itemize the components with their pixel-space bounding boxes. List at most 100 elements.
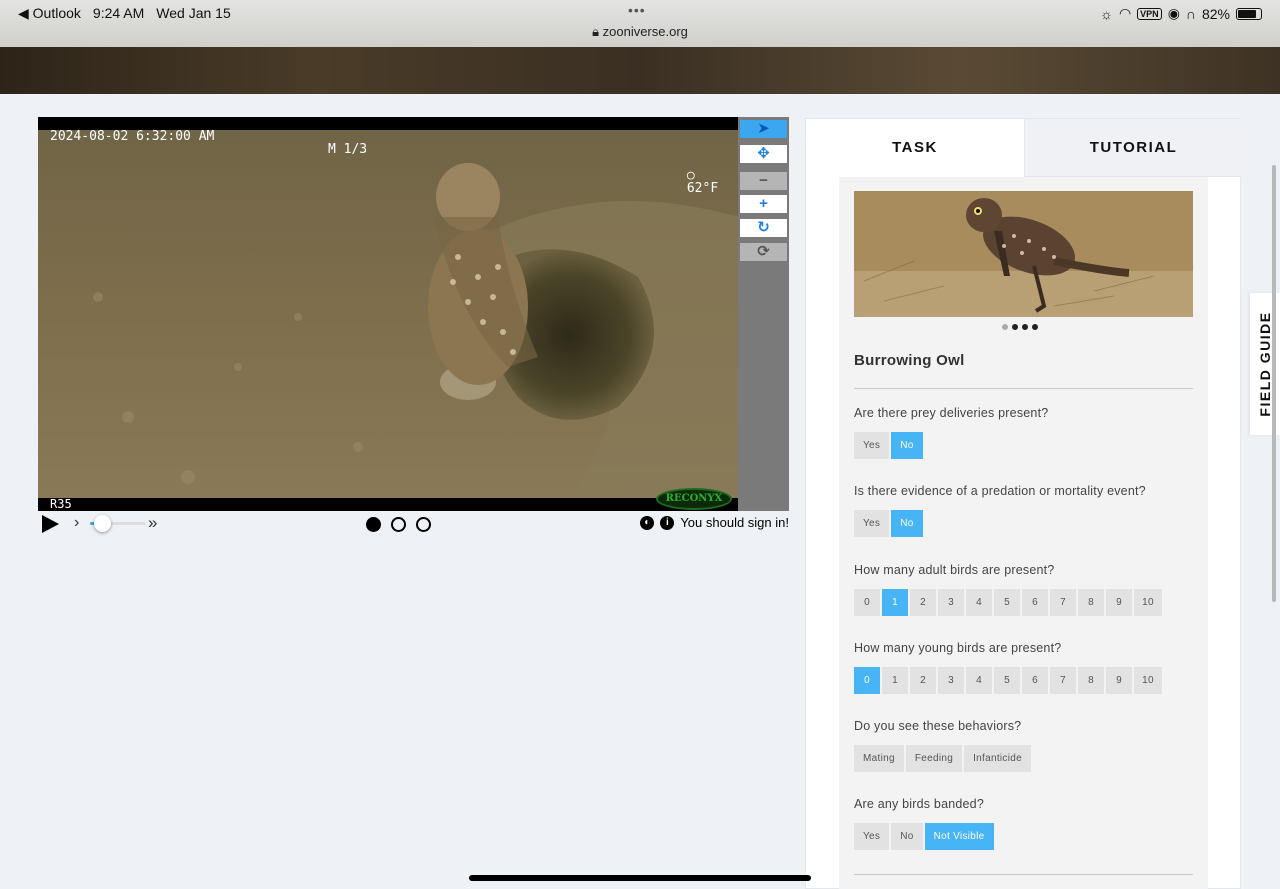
answer-option-button[interactable]: 7	[1050, 589, 1076, 616]
answer-options: Yes No	[854, 432, 1194, 459]
answer-option-button[interactable]: 10	[1134, 667, 1162, 694]
divider	[854, 874, 1193, 875]
answer-option-button[interactable]: Yes	[854, 510, 890, 537]
answer-option-button[interactable]: Infanticide	[964, 745, 1031, 772]
carousel-dot-button[interactable]	[1012, 324, 1018, 330]
frame-dot-button[interactable]	[416, 517, 431, 532]
vpn-badge: VPN	[1137, 7, 1162, 20]
answer-option-button[interactable]: 1	[882, 589, 908, 616]
answer-option-button[interactable]: 0	[854, 667, 880, 694]
minus-icon: −	[759, 172, 768, 189]
zoom-in-button[interactable]: +	[740, 195, 787, 213]
answer-option-button[interactable]: Mating	[854, 745, 904, 772]
task-content: Burrowing Owl Are there prey deliveries …	[839, 177, 1208, 889]
question: Do you see these behaviors? Mating Feeding…	[854, 719, 1194, 772]
question: How many young birds are present? 0 1 2 3 4 5 6…	[854, 641, 1194, 694]
answer-option-button[interactable]: Yes	[854, 823, 890, 850]
answer-option-button[interactable]: 1	[882, 667, 908, 694]
rotate-button[interactable]: ↻	[740, 219, 787, 237]
answer-option-button[interactable]: 5	[994, 667, 1020, 694]
frame-dot-button[interactable]	[366, 517, 381, 532]
zoom-out-button[interactable]: −	[740, 172, 787, 190]
wifi-icon: ◠	[1118, 5, 1132, 21]
answer-option-button[interactable]: 0	[854, 589, 880, 616]
url-display[interactable]: 🔒︎ zooniverse.org	[0, 24, 1280, 40]
answer-option-button[interactable]: 8	[1078, 667, 1104, 694]
answer-option-button[interactable]: Not Visible	[924, 823, 994, 850]
camera-timestamp: 2024-08-02 6:32:00 AM	[50, 129, 215, 144]
tab-tutorial[interactable]: TUTORIAL	[1024, 119, 1242, 177]
question-text: How many young birds are present?	[854, 641, 1062, 655]
back-to-app-link[interactable]: ◀ Outlook	[18, 5, 81, 22]
home-indicator[interactable]	[469, 875, 811, 881]
slower-chevron-icon[interactable]: ›	[74, 514, 79, 532]
scrollbar[interactable]	[1272, 165, 1276, 602]
camera-footer-bar: R35	[38, 498, 738, 511]
move-arrows-icon: ✥	[757, 145, 770, 162]
refresh-icon: ⟳	[757, 243, 770, 260]
answer-option-button[interactable]: 5	[994, 589, 1020, 616]
viewer-toolbar: ➤ ✥ − + ↻ ⟳	[738, 117, 789, 511]
camera-info-bar: 2024-08-02 6:32:00 AM M 1/3 ○ 62°F	[38, 117, 738, 195]
field-guide-label: FIELD GUIDE	[1257, 311, 1273, 417]
lock-icon: 🔒︎	[592, 24, 599, 39]
playback-controls: › » ◐ i You should sign in!	[38, 512, 789, 536]
answer-option-button[interactable]: 9	[1106, 667, 1132, 694]
activity-icon: ☼	[1100, 5, 1113, 22]
frame-dot-button[interactable]	[391, 517, 406, 532]
carousel-dot-button[interactable]	[1002, 324, 1008, 330]
subject-viewer[interactable]: 2024-08-02 6:32:00 AM M 1/3 ○ 62°F R35 R…	[38, 117, 738, 511]
burrowing-owl-photo	[854, 191, 1193, 317]
answer-option-button[interactable]: Yes	[854, 432, 890, 459]
url-text: zooniverse.org	[602, 24, 688, 39]
question-text: Do you see these behaviors?	[854, 719, 1022, 733]
answer-option-button[interactable]: No	[891, 823, 923, 850]
answer-option-button[interactable]: 6	[1022, 667, 1048, 694]
sign-in-prompt[interactable]: You should sign in!	[680, 515, 789, 530]
move-tool-button[interactable]: ✥	[740, 145, 787, 163]
answer-option-button[interactable]: 3	[938, 589, 964, 616]
answer-option-button[interactable]: 3	[938, 667, 964, 694]
speed-slider-thumb[interactable]	[94, 515, 111, 532]
status-bar: ◀ Outlook 9:24 AM Wed Jan 15 ••• 🔒︎ zoon…	[0, 0, 1280, 47]
answer-option-button[interactable]: No	[891, 432, 923, 459]
question: Are there prey deliveries present? Yes No	[854, 406, 1194, 459]
answer-option-button[interactable]: 10	[1134, 589, 1162, 616]
faster-double-chevron-icon[interactable]: »	[148, 513, 157, 533]
answer-options: Yes No Not Visible	[854, 823, 1194, 850]
answer-option-button[interactable]: 2	[910, 589, 936, 616]
answer-options: Mating Feeding Infanticide	[854, 745, 1194, 772]
question-text: Is there evidence of a predation or mort…	[854, 484, 1146, 498]
answer-options: 0 1 2 3 4 5 6 7 8 9 10	[854, 589, 1194, 616]
multitask-dots-icon[interactable]: •••	[628, 2, 646, 18]
question-text: Are any birds banded?	[854, 797, 984, 811]
carousel-dot-button[interactable]	[1032, 324, 1038, 330]
image-carousel-dots	[1002, 324, 1038, 330]
play-icon[interactable]	[42, 515, 59, 533]
answer-option-button[interactable]: 4	[966, 667, 992, 694]
frame-selector	[366, 517, 431, 532]
tab-task[interactable]: TASK	[806, 119, 1024, 177]
answer-option-button[interactable]: Feeding	[905, 745, 963, 772]
carousel-dot-button[interactable]	[1022, 324, 1028, 330]
species-example-image[interactable]	[854, 191, 1193, 317]
answer-option-button[interactable]: 9	[1106, 589, 1132, 616]
camera-temperature: 62°F	[686, 181, 719, 196]
answer-option-button[interactable]: 2	[910, 667, 936, 694]
answer-option-button[interactable]: 7	[1050, 667, 1076, 694]
subject-image	[38, 117, 738, 511]
rotate-icon: ↻	[757, 219, 770, 236]
species-name: Burrowing Owl	[854, 352, 965, 369]
answer-option-button[interactable]: No	[891, 510, 923, 537]
panel-tabs: TASK TUTORIAL	[806, 119, 1242, 177]
info-icon[interactable]: i	[660, 515, 675, 530]
question: Are any birds banded? Yes No Not Visible	[854, 797, 1194, 850]
answer-options: Yes No	[854, 510, 1194, 537]
answer-option-button[interactable]: 6	[1022, 589, 1048, 616]
invert-contrast-icon[interactable]: ◐	[640, 515, 655, 530]
answer-option-button[interactable]: 8	[1078, 589, 1104, 616]
answer-option-button[interactable]: 4	[966, 589, 992, 616]
reset-view-button[interactable]: ⟳	[740, 243, 787, 261]
task-panel: TASK TUTORIAL Burrowing Owl Are there pr…	[805, 118, 1242, 889]
pointer-tool-button[interactable]: ➤	[740, 120, 787, 138]
